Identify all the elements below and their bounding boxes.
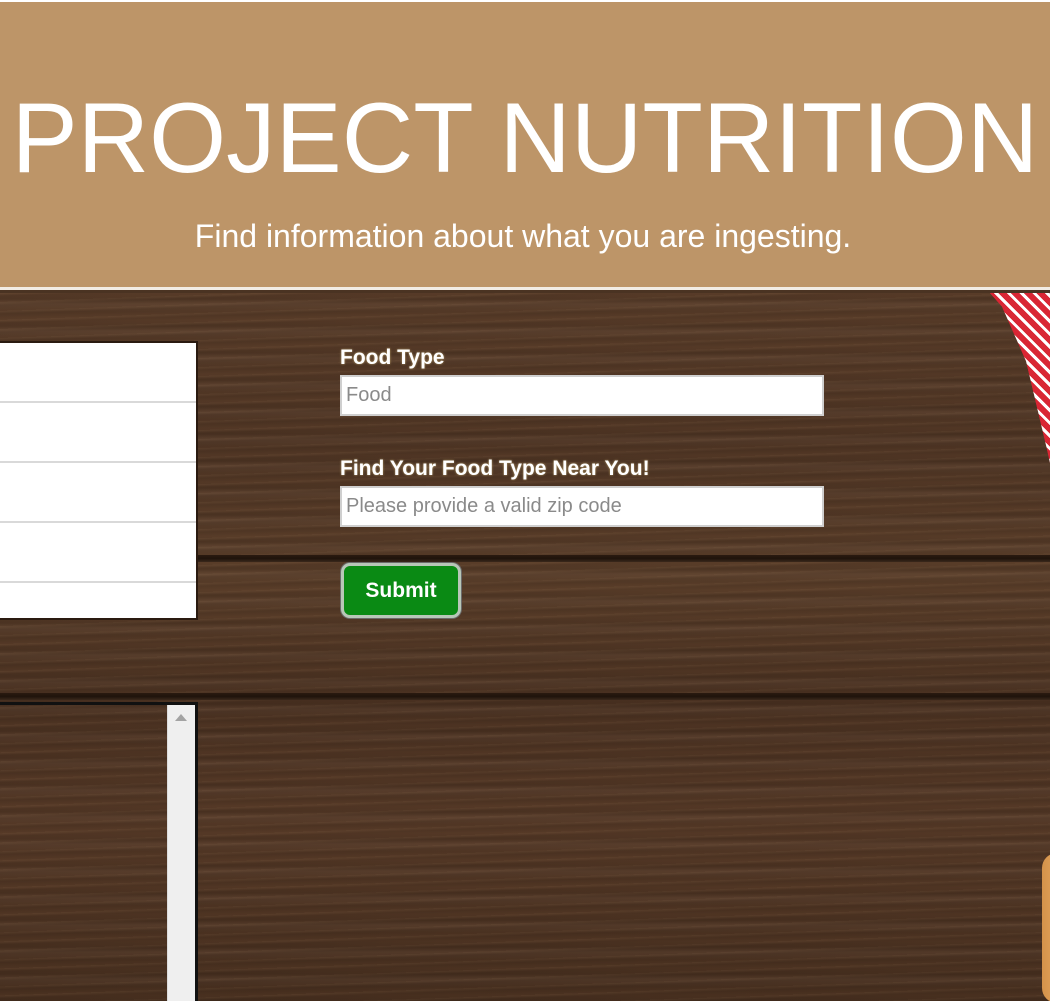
list-item: [0, 403, 196, 463]
list-item: [0, 523, 196, 583]
vertical-scrollbar[interactable]: [167, 705, 195, 1001]
list-item: [0, 583, 196, 643]
nutrition-results-list: [0, 341, 198, 620]
plank-divider: [0, 693, 1050, 700]
food-type-input[interactable]: [340, 375, 824, 416]
zip-code-label: Find Your Food Type Near You!: [340, 457, 650, 480]
list-item: [0, 463, 196, 523]
food-type-label: Food Type: [340, 346, 445, 369]
submit-button[interactable]: Submit: [341, 563, 461, 618]
list-item: [0, 343, 196, 403]
results-scroll-box[interactable]: [0, 702, 198, 1001]
page-subtitle: Find information about what you are inge…: [194, 218, 852, 254]
zip-code-input[interactable]: [340, 486, 824, 527]
checkered-napkin-image: [990, 293, 1050, 463]
page-header: PROJECT NUTRITION Find information about…: [0, 0, 1050, 290]
scroll-up-arrow-icon[interactable]: [175, 714, 187, 721]
page-title: PROJECT NUTRITION: [11, 82, 1039, 193]
wooden-spoon-image: [1042, 853, 1050, 1001]
